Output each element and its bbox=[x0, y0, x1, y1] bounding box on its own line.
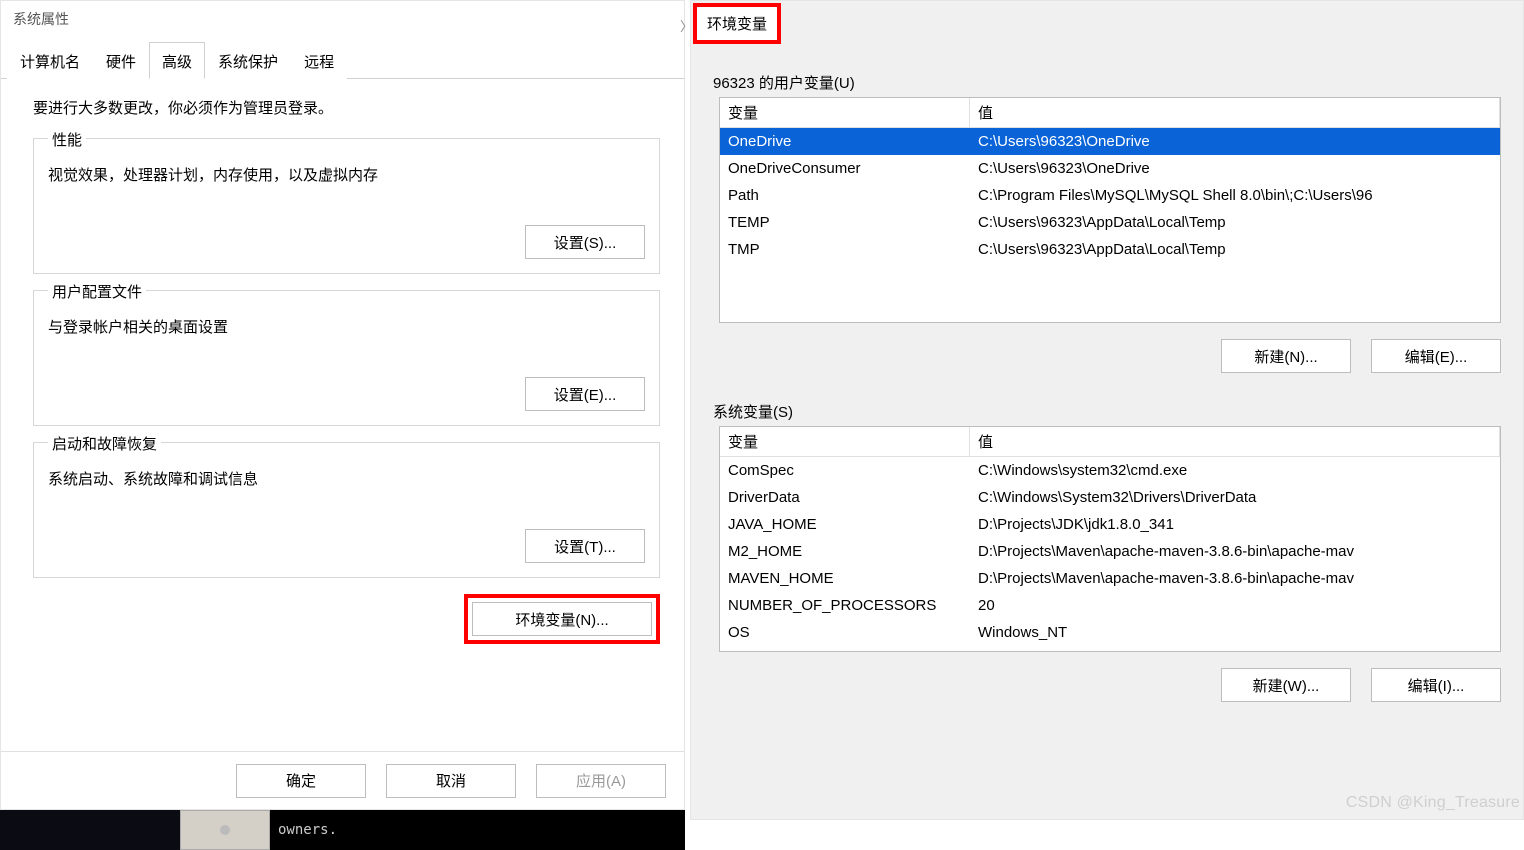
user-edit-button[interactable]: 编辑(E)... bbox=[1371, 339, 1501, 373]
cell-value: D:\Projects\Maven\apache-maven-3.8.6-bin… bbox=[970, 568, 1500, 589]
cell-variable: OneDriveConsumer bbox=[720, 158, 970, 179]
startup-recovery-label: 启动和故障恢复 bbox=[48, 433, 161, 454]
watermark: CSDN @King_Treasure bbox=[1346, 794, 1520, 812]
env-dialog-title-highlight: 环境变量 bbox=[693, 3, 781, 44]
cancel-button[interactable]: 取消 bbox=[386, 764, 516, 798]
taskbar-fragment: owners. bbox=[0, 810, 685, 850]
cell-value: C:\Users\96323\OneDrive bbox=[970, 158, 1500, 179]
col-header-value[interactable]: 值 bbox=[970, 427, 1500, 456]
cell-variable: OneDrive bbox=[720, 131, 970, 152]
table-row[interactable]: PathC:\Program Files\MySQL\MySQL Shell 8… bbox=[720, 182, 1500, 209]
cell-variable: TEMP bbox=[720, 212, 970, 233]
performance-settings-button[interactable]: 设置(S)... bbox=[525, 225, 645, 259]
tab-computer-name[interactable]: 计算机名 bbox=[7, 42, 93, 79]
table-row[interactable]: OneDriveConsumerC:\Users\96323\OneDrive bbox=[720, 155, 1500, 182]
cell-value: D:\Projects\JDK\jdk1.8.0_341 bbox=[970, 514, 1500, 535]
dialog-title: 系统属性 bbox=[1, 1, 684, 41]
user-vars-header: 变量 值 bbox=[720, 98, 1500, 128]
table-row[interactable]: TEMPC:\Users\96323\AppData\Local\Temp bbox=[720, 209, 1500, 236]
cell-value: Windows_NT bbox=[970, 622, 1500, 643]
apply-button: 应用(A) bbox=[536, 764, 666, 798]
cell-variable: MAVEN_HOME bbox=[720, 568, 970, 589]
user-vars-section-label: 96323 的用户变量(U) bbox=[713, 72, 1523, 93]
dialog-footer: 确定 取消 应用(A) bbox=[1, 751, 684, 809]
table-row[interactable]: TMPC:\Users\96323\AppData\Local\Temp bbox=[720, 236, 1500, 263]
tab-system-protection[interactable]: 系统保护 bbox=[205, 42, 291, 79]
cell-value: C:\Users\96323\AppData\Local\Temp bbox=[970, 212, 1500, 233]
user-profiles-label: 用户配置文件 bbox=[48, 281, 146, 302]
cell-variable: Path bbox=[720, 649, 970, 652]
tab-bar: 计算机名 硬件 高级 系统保护 远程 bbox=[1, 41, 684, 79]
col-header-value[interactable]: 值 bbox=[970, 98, 1500, 127]
table-row[interactable]: DriverDataC:\Windows\System32\Drivers\Dr… bbox=[720, 484, 1500, 511]
environment-variables-dialog: 环境变量 96323 的用户变量(U) 变量 值 OneDriveC:\User… bbox=[690, 0, 1524, 820]
user-vars-listview[interactable]: 变量 值 OneDriveC:\Users\96323\OneDriveOneD… bbox=[719, 97, 1501, 323]
cell-value: C:\Users\96323\AppData\Local\Temp bbox=[970, 239, 1500, 260]
startup-recovery-settings-button[interactable]: 设置(T)... bbox=[525, 529, 645, 563]
cell-variable: ComSpec bbox=[720, 460, 970, 481]
cell-value: C:\Windows\system32\cmd.exe bbox=[970, 460, 1500, 481]
system-new-button[interactable]: 新建(W)... bbox=[1221, 668, 1351, 702]
cell-variable: OS bbox=[720, 622, 970, 643]
performance-desc: 视觉效果，处理器计划，内存使用，以及虚拟内存 bbox=[48, 164, 645, 185]
cell-variable: M2_HOME bbox=[720, 541, 970, 562]
ok-button[interactable]: 确定 bbox=[236, 764, 366, 798]
cell-value: C:\Windows\System32\Drivers\DriverData bbox=[970, 487, 1500, 508]
cell-variable: Path bbox=[720, 185, 970, 206]
advanced-tab-body: 要进行大多数更改，你必须作为管理员登录。 性能 视觉效果，处理器计划，内存使用，… bbox=[1, 79, 684, 654]
cell-value: C:\Users\96323\OneDrive bbox=[970, 131, 1500, 152]
cell-variable: NUMBER_OF_PROCESSORS bbox=[720, 595, 970, 616]
cell-variable: DriverData bbox=[720, 487, 970, 508]
performance-group: 性能 视觉效果，处理器计划，内存使用，以及虚拟内存 设置(S)... bbox=[33, 138, 660, 274]
tab-advanced[interactable]: 高级 bbox=[149, 42, 205, 79]
cell-value: 20 bbox=[970, 595, 1500, 616]
environment-variables-button[interactable]: 环境变量(N)... bbox=[472, 602, 652, 636]
system-vars-section-label: 系统变量(S) bbox=[713, 401, 1523, 422]
startup-recovery-desc: 系统启动、系统故障和调试信息 bbox=[48, 468, 645, 489]
table-row[interactable]: OSWindows_NT bbox=[720, 619, 1500, 646]
env-dialog-title: 环境变量 bbox=[707, 16, 767, 33]
table-row[interactable]: JAVA_HOMED:\Projects\JDK\jdk1.8.0_341 bbox=[720, 511, 1500, 538]
taskbar-dark-segment bbox=[0, 810, 180, 850]
user-new-button[interactable]: 新建(N)... bbox=[1221, 339, 1351, 373]
table-row[interactable]: NUMBER_OF_PROCESSORS20 bbox=[720, 592, 1500, 619]
startup-recovery-group: 启动和故障恢复 系统启动、系统故障和调试信息 设置(T)... bbox=[33, 442, 660, 578]
cell-variable: JAVA_HOME bbox=[720, 514, 970, 535]
taskbar-tab-dot bbox=[220, 825, 230, 835]
col-header-variable[interactable]: 变量 bbox=[720, 427, 970, 456]
cell-variable: TMP bbox=[720, 239, 970, 260]
table-row[interactable]: ComSpecC:\Windows\system32\cmd.exe bbox=[720, 457, 1500, 484]
table-row[interactable]: PathC:\Program Files (x86)\Common Files\… bbox=[720, 646, 1500, 652]
system-vars-header: 变量 值 bbox=[720, 427, 1500, 457]
cell-value: C:\Program Files (x86)\Common Files\Orac… bbox=[970, 649, 1500, 652]
user-profiles-desc: 与登录帐户相关的桌面设置 bbox=[48, 316, 645, 337]
system-properties-dialog: 系统属性 计算机名 硬件 高级 系统保护 远程 要进行大多数更改，你必须作为管理… bbox=[0, 0, 685, 810]
terminal-snippet: owners. bbox=[270, 810, 685, 850]
table-row[interactable]: MAVEN_HOMED:\Projects\Maven\apache-maven… bbox=[720, 565, 1500, 592]
system-vars-buttons: 新建(W)... 编辑(I)... bbox=[691, 668, 1501, 702]
tab-hardware[interactable]: 硬件 bbox=[93, 42, 149, 79]
system-vars-listview[interactable]: 变量 值 ComSpecC:\Windows\system32\cmd.exeD… bbox=[719, 426, 1501, 652]
user-profiles-group: 用户配置文件 与登录帐户相关的桌面设置 设置(E)... bbox=[33, 290, 660, 426]
env-vars-highlight: 环境变量(N)... bbox=[464, 594, 660, 644]
admin-instruction: 要进行大多数更改，你必须作为管理员登录。 bbox=[33, 97, 660, 118]
table-row[interactable]: M2_HOMED:\Projects\Maven\apache-maven-3.… bbox=[720, 538, 1500, 565]
col-header-variable[interactable]: 变量 bbox=[720, 98, 970, 127]
cell-value: D:\Projects\Maven\apache-maven-3.8.6-bin… bbox=[970, 541, 1500, 562]
cell-value: C:\Program Files\MySQL\MySQL Shell 8.0\b… bbox=[970, 185, 1500, 206]
table-row[interactable]: OneDriveC:\Users\96323\OneDrive bbox=[720, 128, 1500, 155]
system-edit-button[interactable]: 编辑(I)... bbox=[1371, 668, 1501, 702]
taskbar-tab[interactable] bbox=[180, 810, 270, 850]
user-vars-buttons: 新建(N)... 编辑(E)... bbox=[691, 339, 1501, 373]
tab-remote[interactable]: 远程 bbox=[291, 42, 347, 79]
performance-label: 性能 bbox=[48, 129, 86, 150]
user-profiles-settings-button[interactable]: 设置(E)... bbox=[525, 377, 645, 411]
